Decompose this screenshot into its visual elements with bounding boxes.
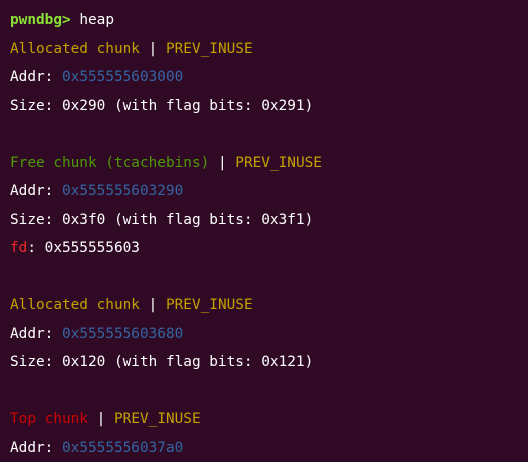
chunk-size-line: Size: 0x3f0 (with flag bits: 0x3f1) xyxy=(10,206,528,235)
chunk-header: Allocated chunk | PREV_INUSE xyxy=(10,291,528,320)
terminal-window[interactable]: pwndbg> heap Allocated chunk | PREV_INUS… xyxy=(0,0,528,457)
chunk-type-label: Allocated chunk xyxy=(10,297,140,313)
chunk-addr-line: Addr: 0x555555603000 xyxy=(10,63,528,92)
separator: | xyxy=(149,41,158,57)
chunk-type-label: Allocated chunk xyxy=(10,41,140,57)
chunk-addr-line: Addr: 0x555555603680 xyxy=(10,320,528,349)
separator: | xyxy=(149,297,158,313)
separator: | xyxy=(97,411,106,427)
blank-line xyxy=(10,120,528,149)
command-text: heap xyxy=(79,12,114,28)
chunk-type-label: Free chunk (tcachebins) xyxy=(10,155,209,171)
prompt-label: pwndbg> xyxy=(10,12,71,28)
chunk-flag: PREV_INUSE xyxy=(166,41,253,57)
chunk-header: Allocated chunk | PREV_INUSE xyxy=(10,35,528,64)
addr-label: Addr: xyxy=(10,69,53,85)
blank-line xyxy=(10,377,528,406)
blank-line xyxy=(10,263,528,292)
chunk-address: 0x5555556037a0 xyxy=(62,440,183,456)
prompt-line: pwndbg> heap xyxy=(10,6,528,35)
addr-label: Addr: xyxy=(10,440,53,456)
chunk-address: 0x555555603000 xyxy=(62,69,183,85)
chunk-address: 0x555555603680 xyxy=(62,326,183,342)
chunk-addr-line: Addr: 0x5555556037a0 xyxy=(10,434,528,462)
chunk-flag: PREV_INUSE xyxy=(235,155,322,171)
addr-label: Addr: xyxy=(10,183,53,199)
addr-label: Addr: xyxy=(10,326,53,342)
chunk-address: 0x555555603290 xyxy=(62,183,183,199)
separator: | xyxy=(218,155,227,171)
chunk-fd-line: fd: 0x555555603 xyxy=(10,234,528,263)
chunk-addr-line: Addr: 0x555555603290 xyxy=(10,177,528,206)
chunk-flag: PREV_INUSE xyxy=(114,411,201,427)
chunk-flag: PREV_INUSE xyxy=(166,297,253,313)
chunk-size-line: Size: 0x120 (with flag bits: 0x121) xyxy=(10,348,528,377)
fd-value: : 0x555555603 xyxy=(27,240,140,256)
fd-label: fd xyxy=(10,240,27,256)
chunk-header: Top chunk | PREV_INUSE xyxy=(10,405,528,434)
chunk-header: Free chunk (tcachebins) | PREV_INUSE xyxy=(10,149,528,178)
chunk-type-label: Top chunk xyxy=(10,411,88,427)
chunk-size-line: Size: 0x290 (with flag bits: 0x291) xyxy=(10,92,528,121)
